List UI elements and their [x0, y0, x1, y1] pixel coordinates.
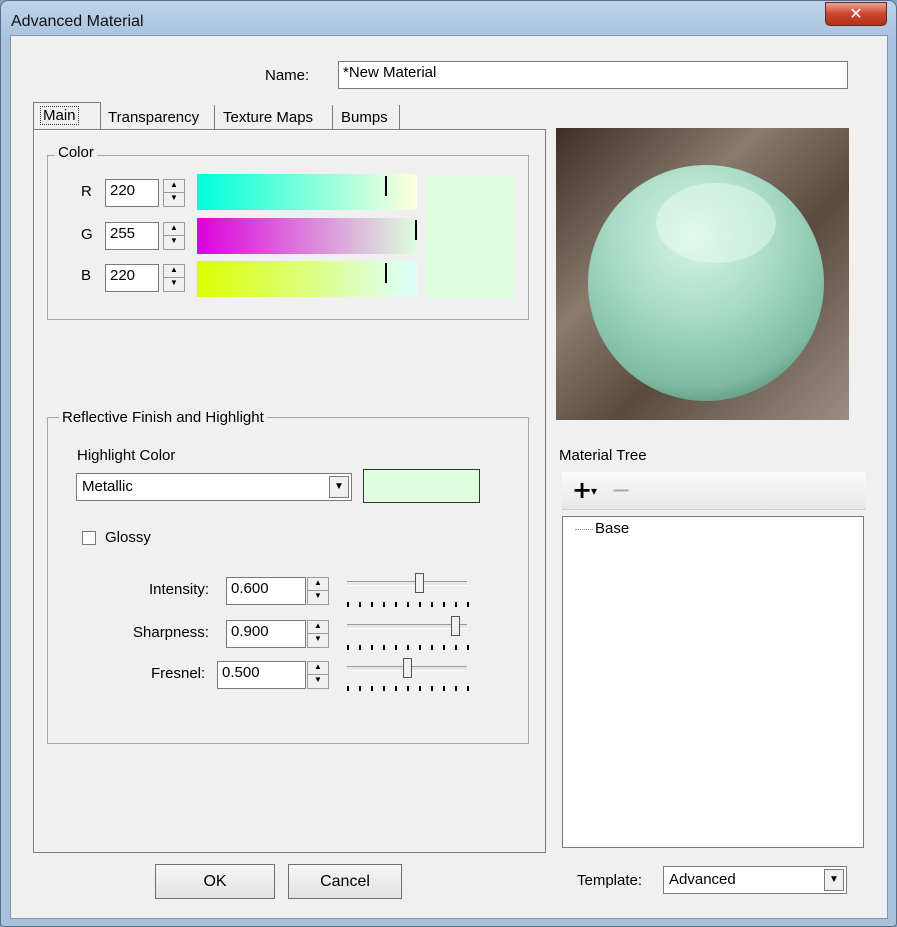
dropdown-arrow-icon[interactable]: ▼ — [329, 476, 349, 498]
spin-up-icon[interactable]: ▲ — [308, 578, 328, 591]
red-label: R — [81, 183, 92, 200]
green-spinner[interactable]: ▲ ▼ — [163, 222, 185, 250]
fresnel-slider-ticks — [347, 686, 469, 691]
reflective-group-label: Reflective Finish and Highlight — [59, 409, 267, 426]
green-gradient-slider[interactable] — [197, 218, 417, 254]
spin-up-icon[interactable]: ▲ — [164, 223, 184, 236]
fresnel-spinner[interactable]: ▲ ▼ — [307, 661, 329, 689]
window-title: Advanced Material — [11, 13, 144, 30]
sharpness-label: Sharpness: — [133, 624, 209, 641]
spin-up-icon[interactable]: ▲ — [308, 662, 328, 675]
name-label: Name: — [265, 67, 310, 84]
tree-item-base[interactable]: Base — [595, 520, 629, 537]
sharpness-slider-ticks — [347, 645, 469, 650]
glossy-checkbox[interactable] — [82, 531, 96, 545]
sharpness-input[interactable]: 0.900 — [226, 620, 306, 648]
intensity-slider-ticks — [347, 602, 469, 607]
red-gradient-slider[interactable] — [197, 174, 417, 210]
intensity-label: Intensity: — [149, 581, 210, 598]
spin-down-icon[interactable]: ▼ — [164, 278, 184, 291]
spin-down-icon[interactable]: ▼ — [308, 675, 328, 688]
sphere-highlight — [656, 183, 776, 263]
highlight-color-swatch[interactable] — [363, 469, 480, 503]
spin-down-icon[interactable]: ▼ — [164, 193, 184, 206]
glossy-label: Glossy — [105, 529, 151, 546]
tab-texture-maps[interactable]: Texture Maps — [217, 105, 333, 130]
name-input[interactable]: *New Material — [338, 61, 848, 89]
spin-down-icon[interactable]: ▼ — [164, 236, 184, 249]
blue-value-input[interactable]: 220 — [105, 264, 159, 292]
fresnel-slider-thumb[interactable] — [403, 658, 412, 678]
spin-down-icon[interactable]: ▼ — [308, 634, 328, 647]
intensity-slider-track[interactable] — [347, 581, 467, 586]
tab-bumps[interactable]: Bumps — [335, 105, 400, 130]
template-value: Advanced — [669, 871, 736, 888]
ok-button[interactable]: OK — [155, 864, 275, 899]
red-value-input[interactable]: 220 — [105, 179, 159, 207]
blue-gradient-slider[interactable] — [197, 261, 417, 297]
add-dropdown-icon[interactable]: ▾ — [591, 484, 597, 498]
sharpness-spinner[interactable]: ▲ ▼ — [307, 620, 329, 648]
green-slider-marker[interactable] — [415, 220, 417, 240]
advanced-material-dialog: Advanced Material ✕ Name: *New Material … — [0, 0, 897, 927]
fresnel-label: Fresnel: — [151, 665, 206, 682]
blue-label: B — [81, 267, 92, 284]
add-icon[interactable]: + — [572, 476, 592, 504]
dialog-client-area: Name: *New Material Main Transparency Te… — [10, 35, 888, 919]
intensity-input[interactable]: 0.600 — [226, 577, 306, 605]
blue-spinner[interactable]: ▲ ▼ — [163, 264, 185, 292]
color-group-label: Color — [55, 144, 97, 161]
red-slider-marker[interactable] — [385, 176, 387, 196]
tab-transparency[interactable]: Transparency — [102, 105, 215, 130]
material-tree[interactable]: Base — [562, 516, 864, 848]
material-tree-label: Material Tree — [559, 447, 647, 464]
sharpness-slider-thumb[interactable] — [451, 616, 460, 636]
tree-connector — [575, 529, 593, 530]
spin-down-icon[interactable]: ▼ — [308, 591, 328, 604]
highlight-color-label: Highlight Color — [77, 447, 176, 464]
template-select[interactable]: Advanced ▼ — [663, 866, 847, 894]
intensity-slider-thumb[interactable] — [415, 573, 424, 593]
color-preview-swatch — [426, 176, 514, 298]
blue-slider-marker[interactable] — [385, 263, 387, 283]
tab-main[interactable]: Main — [33, 102, 101, 130]
spin-up-icon[interactable]: ▲ — [308, 621, 328, 634]
highlight-type-value: Metallic — [82, 478, 133, 495]
fresnel-input[interactable]: 0.500 — [217, 661, 306, 689]
title-bar: Advanced Material ✕ — [1, 1, 896, 37]
material-preview — [556, 128, 849, 420]
close-icon: ✕ — [849, 4, 863, 23]
intensity-spinner[interactable]: ▲ ▼ — [307, 577, 329, 605]
red-spinner[interactable]: ▲ ▼ — [163, 179, 185, 207]
green-value-input[interactable]: 255 — [105, 222, 159, 250]
spin-up-icon[interactable]: ▲ — [164, 180, 184, 193]
cancel-button[interactable]: Cancel — [288, 864, 402, 899]
highlight-type-select[interactable]: Metallic ▼ — [76, 473, 352, 501]
material-tree-toolbar: + ▾ − — [562, 472, 866, 510]
green-label: G — [81, 226, 93, 243]
close-button[interactable]: ✕ — [825, 2, 887, 26]
tab-main-label: Main — [40, 106, 79, 125]
spin-up-icon[interactable]: ▲ — [164, 265, 184, 278]
sharpness-slider-track[interactable] — [347, 624, 467, 629]
template-label: Template: — [577, 872, 643, 889]
dropdown-arrow-icon[interactable]: ▼ — [824, 869, 844, 891]
remove-icon[interactable]: − — [611, 476, 631, 504]
